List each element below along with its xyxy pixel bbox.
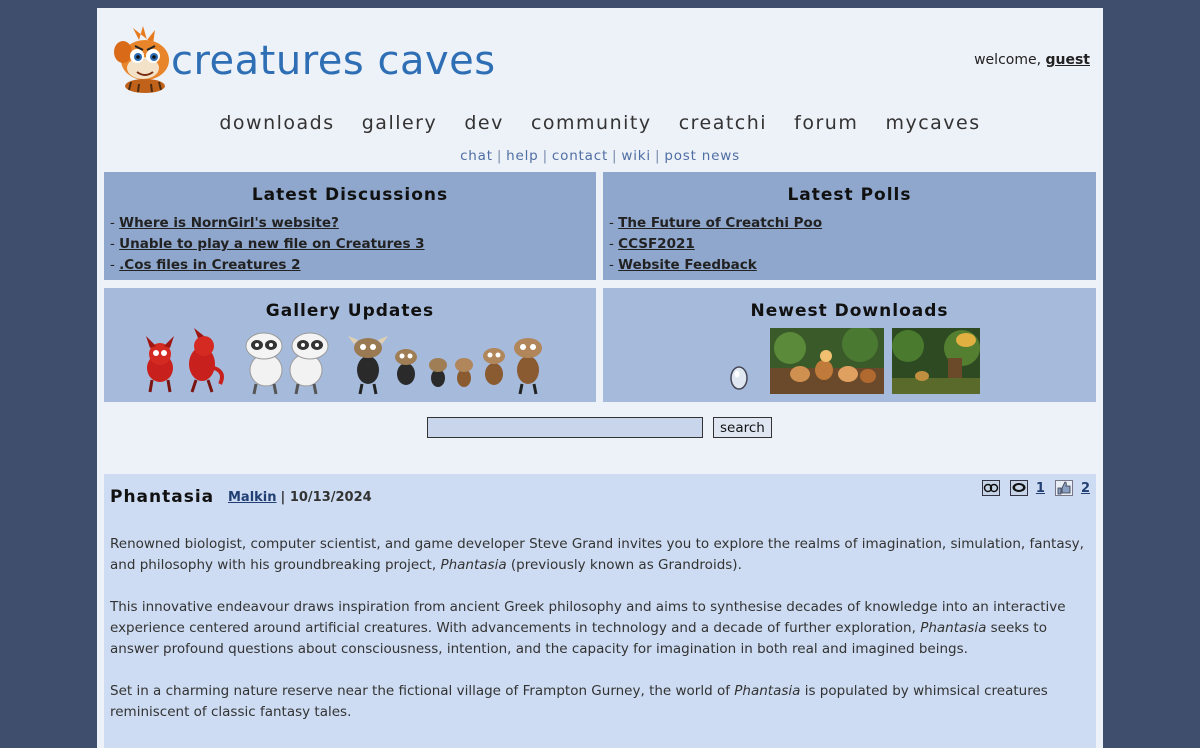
news-article: Phantasia Malkin | 10/13/2024 1 2 Renown…	[104, 474, 1096, 748]
subnav-wiki[interactable]: wiki	[621, 148, 651, 164]
paragraph-emphasis: Phantasia	[920, 620, 987, 636]
download-thumbnails	[603, 326, 1096, 396]
search-input[interactable]	[427, 417, 703, 438]
poll-link[interactable]: Website Feedback	[618, 257, 757, 273]
paragraph-emphasis: Phantasia	[734, 683, 801, 699]
gallery-thumb-monkey-creatures[interactable]	[348, 328, 548, 396]
latest-polls-title: Latest Polls	[787, 185, 912, 205]
gallery-thumb-white-creatures[interactable]	[240, 326, 334, 396]
list-item: - The Future of Creatchi Poo	[609, 215, 823, 231]
separator: |	[654, 148, 661, 164]
discussion-link[interactable]: Where is NornGirl's website?	[119, 215, 339, 231]
poll-link[interactable]: The Future of Creatchi Poo	[618, 215, 822, 231]
poll-link[interactable]: CCSF2021	[618, 236, 695, 252]
subnav-chat[interactable]: chat	[460, 148, 493, 164]
thumbs-up-icon[interactable]	[1054, 480, 1073, 496]
list-item: - Where is NornGirl's website?	[110, 215, 339, 231]
welcome-text: welcome, guest	[974, 52, 1090, 68]
nav-creatchi[interactable]: creatchi	[679, 112, 767, 134]
comment-icon[interactable]	[1009, 480, 1028, 496]
list-item: - Unable to play a new file on Creatures…	[110, 236, 425, 252]
sub-nav: chat | help | contact | wiki | post news	[97, 148, 1103, 168]
article-meta: Malkin | 10/13/2024	[228, 490, 372, 505]
gallery-updates-title: Gallery Updates	[265, 301, 435, 321]
article-actions: 1 2	[972, 480, 1090, 496]
creature-mascot-icon	[114, 26, 169, 93]
nav-community[interactable]: community	[531, 112, 652, 134]
author-link[interactable]: Malkin	[228, 490, 277, 505]
article-header: Phantasia Malkin | 10/13/2024 1 2	[110, 474, 1090, 534]
discussions-list: - Where is NornGirl's website? - Unable …	[110, 213, 596, 276]
meta-separator: |	[280, 490, 290, 505]
logo-text: creatures caves	[171, 38, 496, 84]
list-item: - Website Feedback	[609, 257, 757, 273]
welcome-prefix: welcome,	[974, 52, 1042, 68]
latest-discussions-title: Latest Discussions	[251, 185, 449, 205]
article-title: Phantasia	[110, 487, 215, 507]
search-button[interactable]: search	[713, 417, 772, 438]
header: creatures caves welcome, guest	[97, 8, 1103, 108]
paragraph-text: Set in a charming nature reserve near th…	[110, 683, 735, 699]
discussion-link[interactable]: .Cos files in Creatures 2	[119, 257, 300, 273]
discussion-link[interactable]: Unable to play a new file on Creatures 3	[119, 236, 424, 252]
site-logo[interactable]: creatures caves	[113, 24, 496, 94]
main-nav: downloads gallery dev community creatchi…	[97, 112, 1103, 142]
gallery-thumb-red-creatures[interactable]	[140, 328, 226, 396]
separator: |	[612, 148, 618, 164]
page: creatures caves welcome, guest downloads…	[97, 8, 1103, 748]
download-thumb-garden-scene[interactable]	[892, 328, 980, 394]
nav-gallery[interactable]: gallery	[362, 112, 438, 134]
gallery-updates-box: Gallery Updates	[104, 288, 596, 402]
article-paragraph: Set in a charming nature reserve near th…	[110, 681, 1090, 723]
separator: |	[542, 148, 548, 164]
share-icon[interactable]	[981, 480, 1000, 496]
subnav-help[interactable]: help	[506, 148, 538, 164]
download-thumb-creatures-scene[interactable]	[770, 328, 884, 394]
download-thumb-egg[interactable]	[729, 364, 749, 390]
paragraph-text: (previously known as Grandroids).	[506, 557, 742, 573]
separator: |	[496, 148, 503, 164]
nav-dev[interactable]: dev	[464, 112, 504, 134]
subnav-post-news[interactable]: post news	[664, 148, 740, 164]
list-item: - .Cos files in Creatures 2	[110, 257, 301, 273]
newest-downloads-box: Newest Downloads	[603, 288, 1096, 402]
subnav-contact[interactable]: contact	[552, 148, 608, 164]
list-item: - CCSF2021	[609, 236, 695, 252]
likes-count[interactable]: 2	[1081, 481, 1090, 496]
user-link[interactable]: guest	[1045, 52, 1090, 68]
polls-list: - The Future of Creatchi Poo - CCSF2021 …	[609, 213, 1096, 276]
latest-discussions-box: Latest Discussions - Where is NornGirl's…	[104, 172, 596, 280]
nav-downloads[interactable]: downloads	[219, 112, 334, 134]
comments-count[interactable]: 1	[1036, 481, 1045, 496]
nav-forum[interactable]: forum	[794, 112, 858, 134]
article-paragraph: This innovative endeavour draws inspirat…	[110, 597, 1090, 660]
article-date: 10/13/2024	[289, 490, 372, 505]
article-paragraph: Renowned biologist, computer scientist, …	[110, 534, 1090, 576]
paragraph-emphasis: Phantasia	[440, 557, 507, 573]
latest-polls-box: Latest Polls - The Future of Creatchi Po…	[603, 172, 1096, 280]
search-bar: search	[427, 417, 772, 438]
article-body: Renowned biologist, computer scientist, …	[110, 534, 1090, 723]
newest-downloads-title: Newest Downloads	[750, 301, 949, 321]
nav-mycaves[interactable]: mycaves	[885, 112, 980, 134]
gallery-thumbnails	[104, 326, 596, 396]
